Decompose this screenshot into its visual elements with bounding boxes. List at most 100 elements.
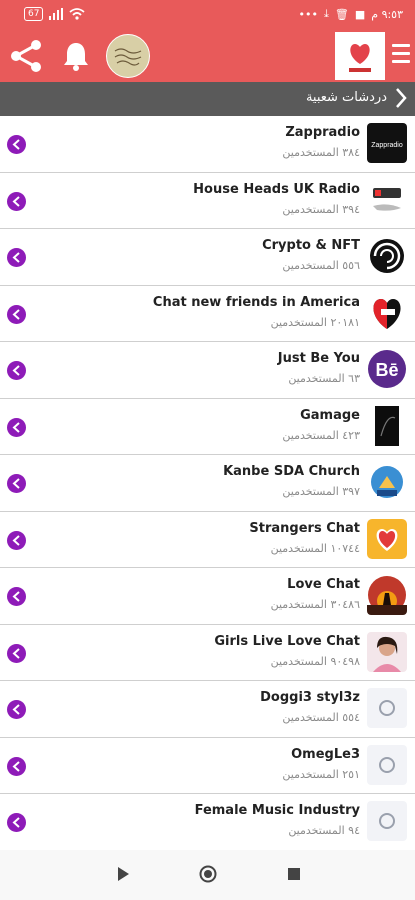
enter-room-button[interactable] [7,587,26,606]
chevron-left-icon [12,365,20,376]
svg-text:Zappradio: Zappradio [371,142,403,149]
status-bar: 67 ••• ⤓ 🗑 ■ ٩:٥٣ م [0,0,415,30]
chevron-left-icon [12,647,20,659]
avatar[interactable] [106,34,150,78]
enter-room-button[interactable] [7,700,26,719]
svg-text:Bē: Bē [375,360,398,380]
section-title: دردشات شعبية [305,90,387,105]
bell-icon[interactable] [60,40,92,72]
room-row[interactable]: Female Music Industry ٩٤ المستخدمين [0,794,415,851]
room-row[interactable]: Zappradio ٣٨٤ المستخدمين Zappradio [0,116,415,173]
room-name: Strangers Chat [249,520,360,536]
room-row[interactable]: Just Be You ٦٣ المستخدمين Bē [0,342,415,399]
chevron-left-icon [12,591,20,602]
room-row[interactable]: Kanbe SDA Church ٣٩٧ المستخدمين [0,455,415,512]
battery-icon: 67 [24,7,44,21]
room-user-count: ٢٠١٨١ المستخدمين [270,315,360,329]
chevron-left-icon [12,139,20,150]
heart-icon [367,518,407,559]
trash-icon: 🗑 [334,7,349,21]
back-nav-icon[interactable] [116,866,130,882]
share-icon[interactable] [8,38,44,74]
room-name: Doggi3 styl3z [260,690,360,705]
chevron-left-icon [12,421,20,433]
room-row[interactable]: Strangers Chat ١٠٧٤٤ المستخدمين [0,511,415,568]
room-row[interactable]: Love Chat ٣٠٤٨٦ المستخدمين [0,568,415,625]
chevron-left-icon [12,704,20,715]
chevron-right-icon[interactable] [395,87,407,109]
placeholder-icon [367,801,407,841]
chevron-left-icon [12,817,20,828]
room-name: Zappradio [285,125,360,140]
room-name: Girls Live Love Chat [214,633,360,649]
room-user-count: ٩٠٤٩٨ المستخدمين [270,654,360,668]
video-icon: ■ [354,7,366,21]
room-name: Crypto & NFT [262,238,360,253]
room-name: Gamage [300,407,360,423]
room-user-count: ٥٥٦ المستخدمين [282,259,360,272]
enter-room-button[interactable] [7,530,26,550]
app-bar [0,30,415,82]
room-row[interactable]: House Heads UK Radio ٣٩٤ المستخدمين [0,172,415,229]
radio-icon [367,179,407,220]
room-name: Female Music Industry [194,803,360,818]
room-user-count: ٢٥١ المستخدمين [282,767,360,781]
room-name: Kanbe SDA Church [223,464,360,479]
room-row[interactable]: OmegLe3 ٢٥١ المستخدمين [0,737,415,794]
placeholder-icon [367,744,407,785]
room-user-count: ٣٩٤ المستخدمين [282,202,360,216]
enter-room-button[interactable] [7,643,26,663]
enter-room-button[interactable] [7,417,26,437]
room-user-count: ٣٠٤٨٦ المستخدمين [270,598,360,611]
signal-icon [49,8,64,20]
enter-room-button[interactable] [7,248,26,267]
behance-icon: Bē [367,349,407,389]
room-user-count: ٦٣ المستخدمين [288,372,360,385]
enter-room-button[interactable] [7,135,26,154]
enter-room-button[interactable] [7,474,26,493]
room-user-count: ٣٨٤ المستخدمين [282,146,360,159]
dark-swirl-icon [367,405,407,446]
enter-room-button[interactable] [7,813,26,832]
room-row[interactable]: Doggi3 styl3z ٥٥٤ المستخدمين [0,681,415,738]
church-icon [367,462,407,502]
chevron-left-icon [12,308,20,320]
home-nav-icon[interactable] [199,865,217,883]
more-icon: ••• [298,7,318,21]
sunset-icon [367,575,407,615]
nav-bar [0,850,415,900]
section-header: دردشات شعبية [0,82,415,116]
recents-nav-icon[interactable] [288,868,300,880]
wifi-icon [69,8,86,20]
app-logo [335,32,385,80]
enter-room-button[interactable] [7,191,26,211]
enter-room-button[interactable] [7,304,26,324]
room-row[interactable]: Chat new friends in America ٢٠١٨١ المستخد… [0,285,415,342]
heart-flag-icon [367,292,407,333]
room-name: Love Chat [287,577,360,592]
room-row[interactable]: Gamage ٤٢٣ المستخدمين [0,398,415,455]
chevron-left-icon [12,534,20,546]
room-name: Chat new friends in America [152,294,360,310]
chevron-left-icon [12,760,20,772]
clock-time: ٩:٥٣ م [371,7,403,21]
room-name: Just Be You [277,351,360,366]
room-user-count: ٣٩٧ المستخدمين [282,485,360,498]
room-name: House Heads UK Radio [193,181,360,197]
room-row[interactable]: Girls Live Love Chat ٩٠٤٩٨ المستخدمين [0,624,415,681]
menu-icon[interactable] [392,44,410,66]
placeholder-icon [367,688,407,728]
room-user-count: ٤٢٣ المستخدمين [282,428,360,442]
enter-room-button[interactable] [7,756,26,776]
download-icon: ⤓ [324,7,329,20]
chevron-left-icon [12,195,20,207]
portrait-icon [367,631,407,672]
room-user-count: ٩٤ المستخدمين [288,824,360,837]
room-row[interactable]: Crypto & NFT ٥٥٦ المستخدمين [0,229,415,286]
enter-room-button[interactable] [7,361,26,380]
zappradio-logo: Zappradio [367,123,407,163]
chevron-left-icon [12,252,20,263]
room-list: Zappradio ٣٨٤ المستخدمين Zappradio House He… [0,116,415,851]
spiral-icon [367,236,407,276]
chevron-left-icon [12,478,20,489]
